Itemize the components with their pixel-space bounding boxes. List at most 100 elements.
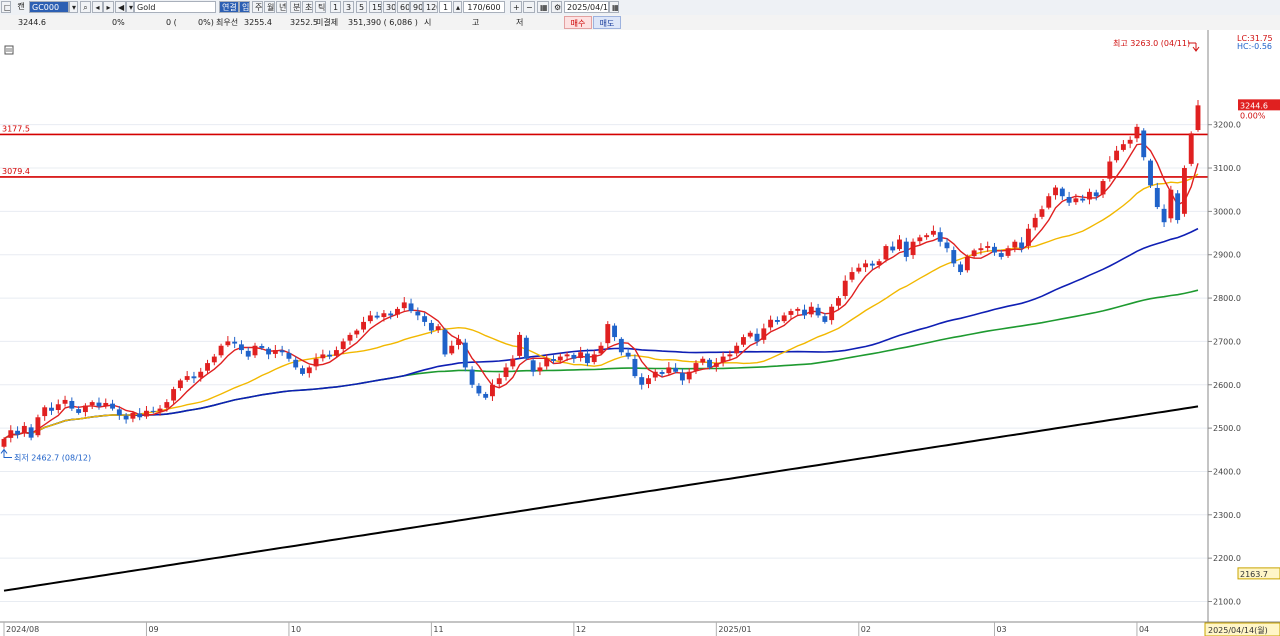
window-menu-icon[interactable]: □ [1, 1, 11, 13]
candle-body [944, 242, 950, 249]
candle-body [741, 337, 746, 345]
horizontal-line-label: 3079.4 [2, 167, 30, 176]
count-stepper-icon[interactable]: ▴ [453, 1, 462, 13]
candle-body [408, 303, 414, 312]
count-input[interactable]: 1 [439, 1, 452, 13]
date-tick-label: 2024/08 [6, 625, 39, 634]
mode-label[interactable]: 연결 [219, 1, 239, 13]
candle-body [639, 377, 645, 385]
name-field[interactable]: Gold [134, 1, 216, 13]
buy-button[interactable]: 매수 [564, 16, 592, 29]
grid-icon[interactable]: ▦ [537, 1, 549, 13]
candle-body [286, 353, 292, 359]
low-annotation: 최저 2462.7 (08/12) [14, 452, 91, 462]
date-tick-label: 10 [291, 625, 301, 634]
date-tick-label: 11 [433, 625, 443, 634]
tab-label[interactable]: 캔 [14, 1, 28, 13]
option-dropdown-icon[interactable]: ▾ [126, 1, 134, 13]
candle-body [164, 402, 170, 408]
candle-body [795, 308, 801, 311]
candle-body [808, 306, 814, 315]
period-week[interactable]: 주 [252, 1, 263, 13]
candle-body [1168, 189, 1174, 219]
candle-body [82, 405, 88, 413]
prev-item-icon[interactable]: ◂ [92, 1, 103, 13]
sound-icon[interactable]: ◀ [115, 1, 126, 13]
candle-body [584, 353, 590, 364]
candle-body [232, 341, 238, 344]
candle-body [1188, 133, 1194, 164]
candle-body [415, 311, 421, 316]
candle-body [849, 272, 855, 280]
candle-body [496, 378, 502, 384]
candle-body [863, 263, 869, 268]
interval-15[interactable]: 15 [369, 1, 382, 13]
mode-button[interactable]: 입 [239, 1, 250, 13]
settings-icon[interactable]: ⚙ [551, 1, 562, 13]
candle-body [612, 325, 618, 338]
calendar-icon[interactable]: ▦ [609, 1, 619, 13]
candle-body [551, 359, 556, 361]
candle-body [557, 356, 563, 361]
candle-body [1134, 126, 1140, 139]
candle-body [964, 256, 970, 271]
candle-body [985, 246, 991, 248]
next-item-icon[interactable]: ▸ [103, 1, 114, 13]
period-tick[interactable]: 틱 [315, 1, 326, 13]
candle-body [897, 239, 902, 250]
candle-body [266, 348, 272, 355]
zoom-out-icon[interactable]: − [523, 1, 535, 13]
interval-30[interactable]: 30 [383, 1, 396, 13]
candle-body [293, 359, 299, 368]
search-icon[interactable]: ⌕ [80, 1, 91, 13]
interval-60[interactable]: 60 [397, 1, 410, 13]
candle-body [320, 354, 326, 359]
interval-3[interactable]: 3 [343, 1, 354, 13]
price-chart[interactable]: 3177.5 3079.4 3200.0 3100.0 3000.0 2900.0 280… [0, 30, 1280, 636]
candle-body [327, 354, 333, 357]
range-input[interactable]: 170/600 [463, 1, 505, 13]
sell-button[interactable]: 매도 [593, 16, 621, 29]
interval-120[interactable]: 120 [423, 1, 438, 13]
candle-body [130, 412, 136, 419]
candle-body [992, 246, 997, 253]
interval-5[interactable]: 5 [356, 1, 367, 13]
candle-body [333, 350, 339, 356]
candle-body [876, 261, 882, 266]
candle-body [442, 329, 448, 355]
candle-body [598, 345, 604, 354]
candle-body [747, 332, 753, 337]
candle-body [103, 402, 109, 407]
candle-body [836, 298, 841, 306]
high-label: 고 [472, 18, 480, 27]
candle-body [917, 237, 923, 242]
candle-body [76, 409, 82, 413]
price-tick-label: 2800.0 [1213, 294, 1241, 303]
candle-body [971, 250, 977, 257]
interval-1[interactable]: 1 [330, 1, 341, 13]
candle-body [8, 430, 14, 438]
chart-menu-icon[interactable] [4, 45, 14, 55]
date-input[interactable]: 2025/04/14 [564, 1, 609, 13]
code-dropdown-icon[interactable]: ▾ [69, 1, 78, 13]
candle-body [659, 372, 665, 374]
candle-body [150, 410, 156, 412]
code-input[interactable]: GC000 [29, 1, 69, 13]
candle-body [456, 339, 461, 345]
candle-body [673, 367, 679, 372]
candle-body [1120, 144, 1126, 150]
candle-body [1046, 196, 1052, 208]
period-year[interactable]: 년 [276, 1, 287, 13]
candle-body [218, 345, 224, 356]
candle-body [252, 345, 258, 356]
horizontal-line-label: 3177.5 [2, 124, 30, 133]
change-percent: 0% [112, 18, 125, 27]
candle-body [1154, 187, 1160, 208]
candle-body [713, 363, 719, 367]
period-month[interactable]: 월 [264, 1, 275, 13]
period-minute[interactable]: 분 [290, 1, 301, 13]
zoom-in-icon[interactable]: + [510, 1, 522, 13]
period-second[interactable]: 초 [302, 1, 313, 13]
interval-90[interactable]: 90 [410, 1, 423, 13]
price-tick-label: 2100.0 [1213, 597, 1241, 606]
